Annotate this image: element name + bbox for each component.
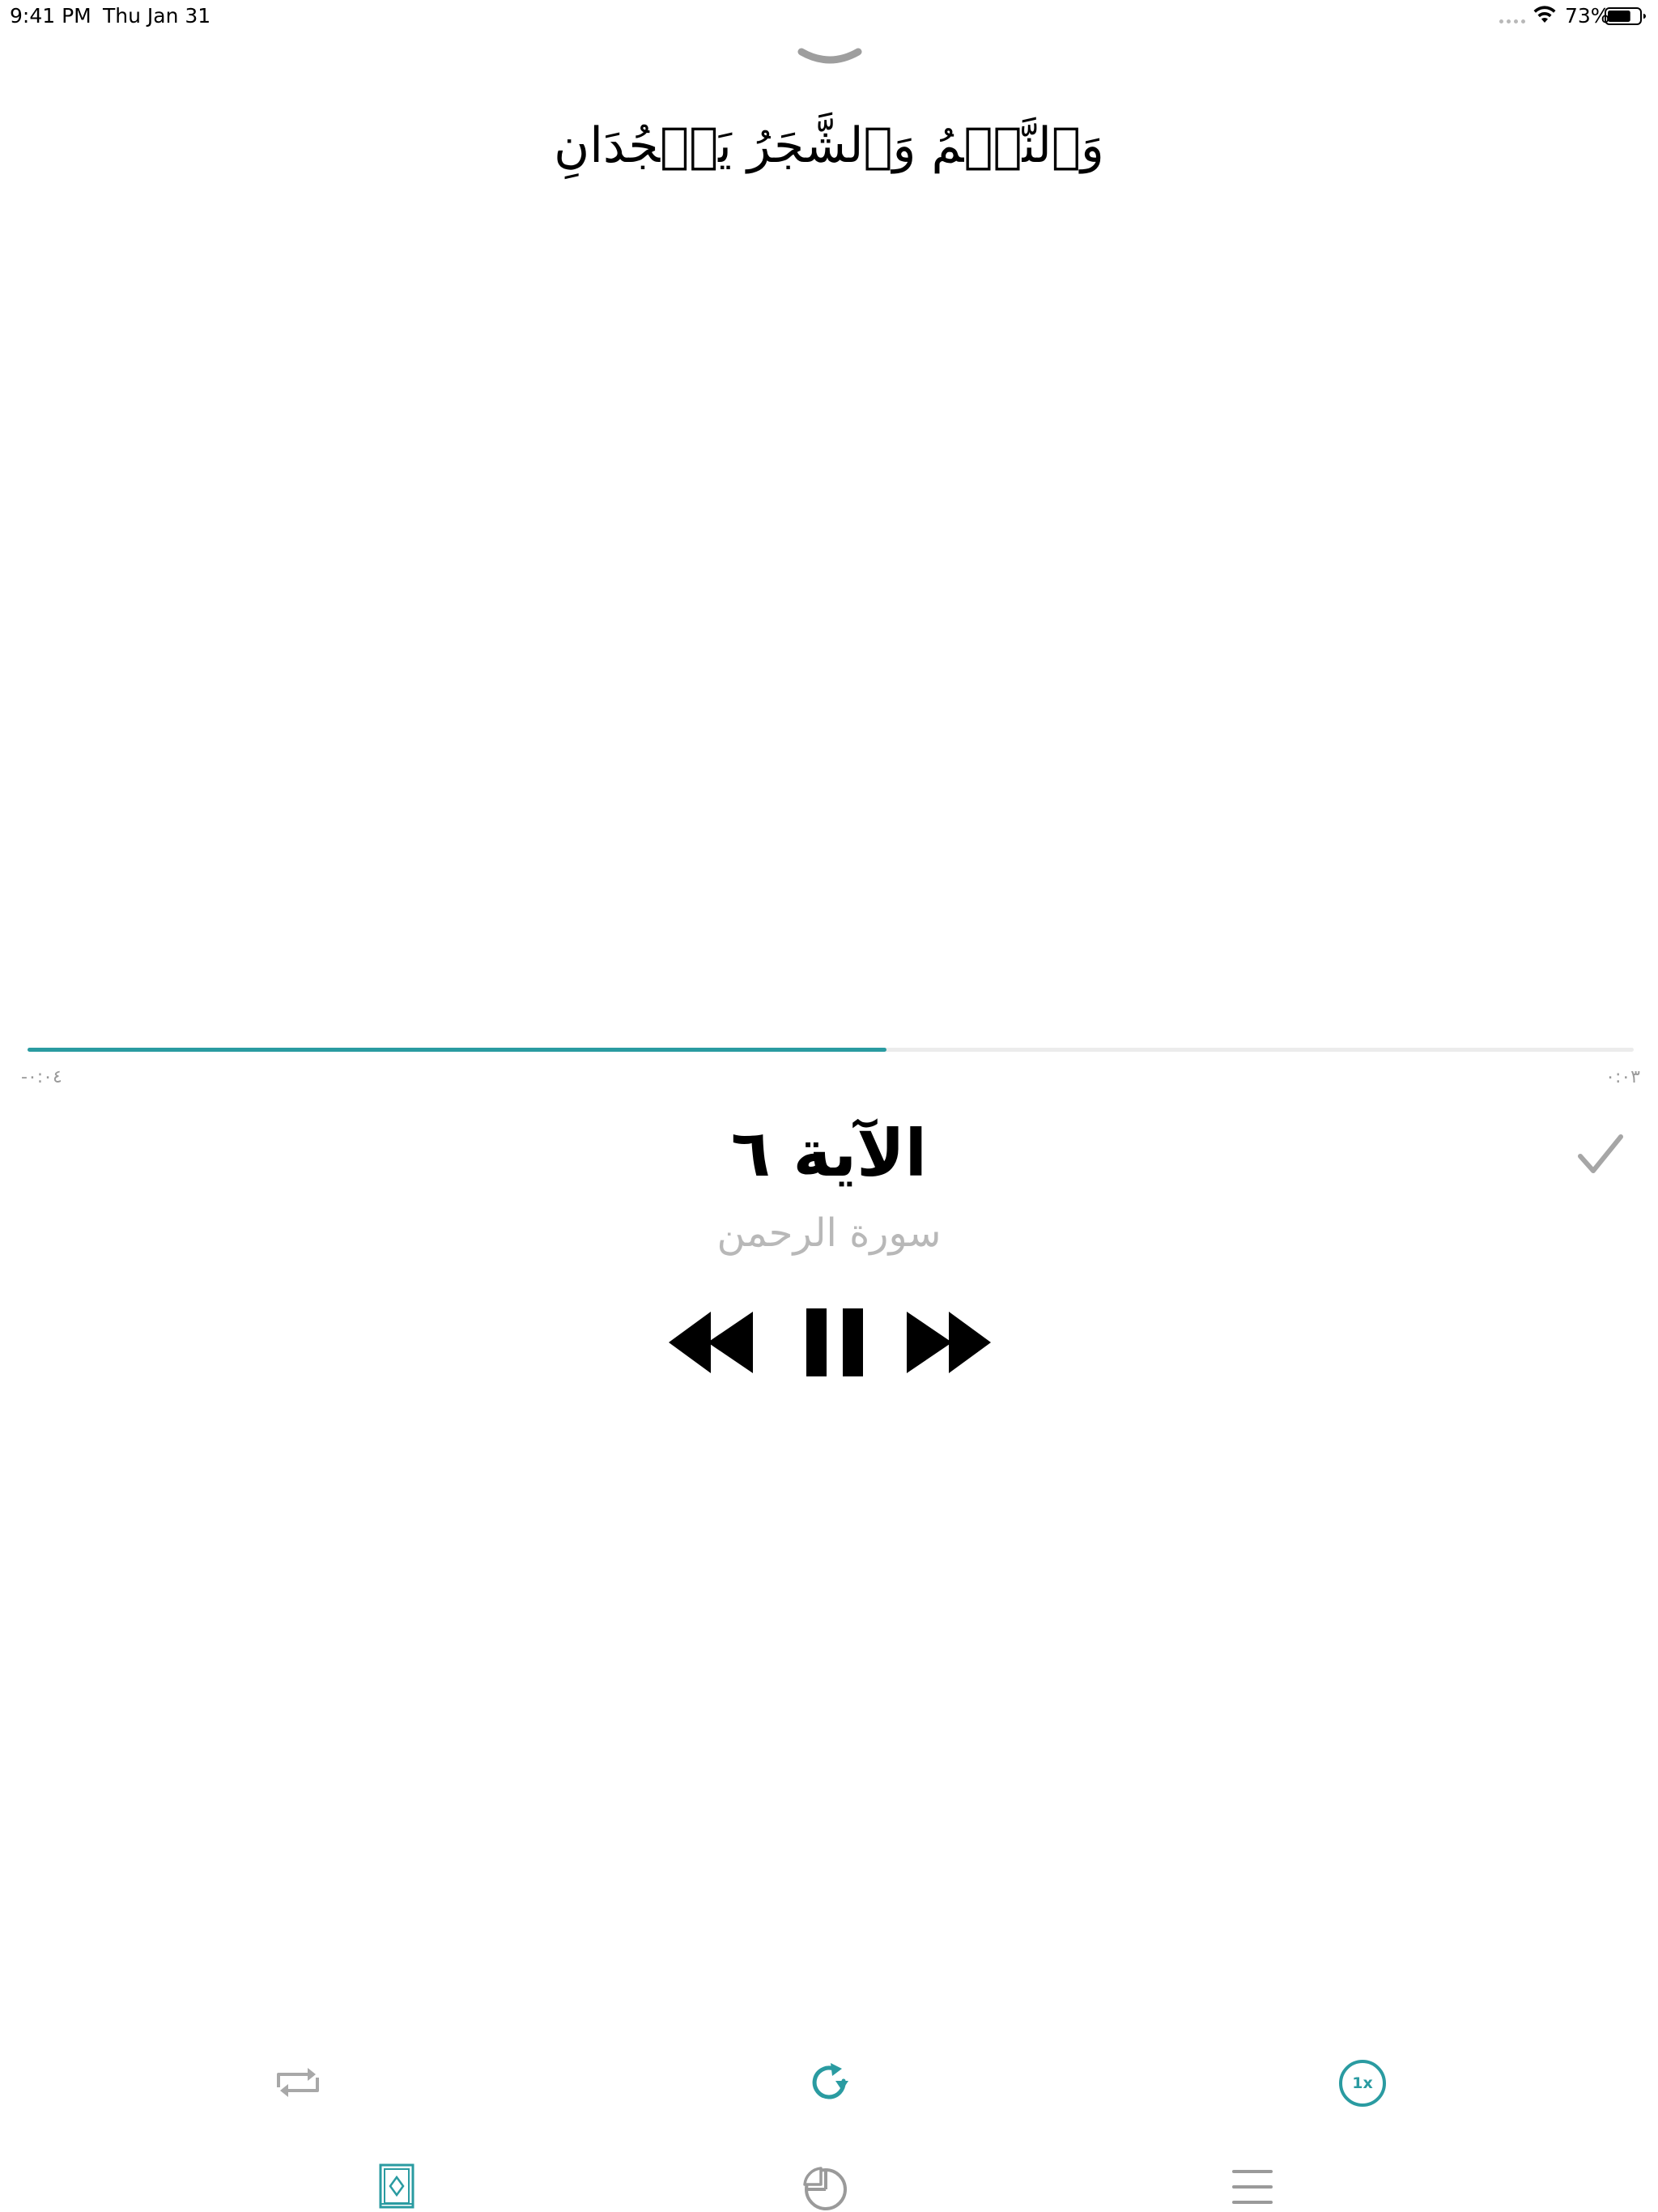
verse-text: وَٱلنَّجۡمُ وَٱلشَّجَرُ يَسۡجُدَانِ xyxy=(554,117,1104,174)
progress-fill xyxy=(28,1048,887,1052)
checkmark-icon[interactable] xyxy=(1577,1134,1624,1176)
quran-book-icon[interactable] xyxy=(379,2163,414,2209)
surah-name: سورة الرحمن xyxy=(716,1210,942,1256)
wifi-icon xyxy=(1533,6,1556,23)
battery-icon xyxy=(1605,7,1646,25)
time-elapsed: ٠:٠٣ xyxy=(1605,1067,1640,1087)
time-remaining: -٠:٠٤ xyxy=(21,1067,62,1087)
signal-dots-icon xyxy=(1499,19,1527,24)
status-date: Thu Jan 31 xyxy=(103,4,211,28)
playback-speed-button[interactable]: 1x xyxy=(1339,2060,1386,2107)
reload-icon[interactable] xyxy=(808,2061,852,2105)
stats-pie-icon[interactable] xyxy=(803,2165,848,2210)
status-time: 9:41 PM xyxy=(10,4,91,28)
ayah-title: الآية ٦ xyxy=(730,1116,928,1191)
pause-icon[interactable] xyxy=(806,1308,863,1376)
progress-track[interactable] xyxy=(28,1048,1634,1052)
repeat-icon[interactable] xyxy=(274,2066,322,2099)
menu-icon[interactable] xyxy=(1232,2168,1273,2206)
battery-percent: 73% xyxy=(1565,4,1610,28)
fast-forward-icon[interactable] xyxy=(905,1310,991,1375)
status-bar: 9:41 PM Thu Jan 31 73% xyxy=(0,0,1658,32)
collapse-chevron-icon[interactable] xyxy=(797,45,863,70)
rewind-icon[interactable] xyxy=(669,1310,755,1375)
